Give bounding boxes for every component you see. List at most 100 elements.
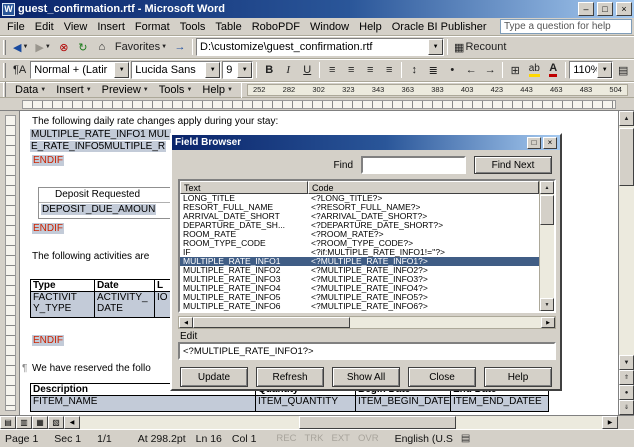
line-spacing-icon[interactable]: ↕ [405,61,423,79]
dialog-action-button[interactable]: Refresh [256,367,324,387]
recount-button[interactable]: ▦ Recount [451,38,509,56]
help-question-box[interactable]: ▼ [500,19,632,34]
endif-field[interactable]: ENDIF [32,223,64,234]
status-toggle[interactable]: OVR [358,433,379,444]
refresh-icon[interactable]: ↻ [74,38,92,56]
vertical-scrollbar[interactable]: ▲ ▼ ⇑ ● ⇓ [618,111,634,415]
dialog-close-icon[interactable]: × [543,137,557,149]
field-browser-row[interactable]: ROOM_TYPE_CODE <?ROOM_TYPE_CODE?> [180,239,539,248]
menu-item[interactable]: Oracle BI Publisher [387,21,492,33]
chevron-down-icon[interactable]: ▼ [428,39,443,55]
scrollbar-thumb[interactable] [619,128,634,186]
menu-item[interactable]: RoboPDF [247,21,305,33]
increase-indent-icon[interactable]: → [481,61,499,79]
scrollbar-thumb[interactable] [540,195,554,225]
field-browser-row[interactable]: MULTIPLE_RATE_INFO4 <?MULTIPLE_RATE_INFO… [180,284,539,293]
menu-item[interactable]: Tools [175,21,211,33]
toolbar-grip[interactable] [3,63,6,78]
underline-button[interactable]: U [298,61,316,79]
status-toggle[interactable]: EXT [331,433,349,444]
font-size-combo[interactable]: 9 ▼ [222,61,253,79]
borders-icon[interactable]: ⊞ [506,61,524,79]
italic-button[interactable]: I [279,61,297,79]
scrollbar-track[interactable] [193,317,541,328]
justify-icon[interactable]: ≡ [380,61,398,79]
forward-icon[interactable]: ▶▼ [32,38,53,56]
back-icon[interactable]: ◀▼ [10,38,31,56]
web-layout-view-icon[interactable]: ▥ [16,416,32,429]
help-question-input[interactable] [501,21,634,32]
horizontal-ruler[interactable] [0,98,634,111]
minimize-button[interactable]: – [578,2,594,16]
scroll-down-icon[interactable]: ▼ [540,298,554,311]
field-list[interactable]: Text Code LONG_TITLE <?LONG_TITLE?> RESO… [178,179,556,313]
style-combo[interactable]: Normal + (Latir ▼ [30,61,130,79]
merge-field[interactable]: FACTIVIT Y_TYPE [31,292,95,318]
menu-item[interactable]: Edit [30,21,59,33]
select-browse-object-icon[interactable]: ● [619,385,634,400]
menu-item[interactable]: Insert [92,21,130,33]
scroll-up-icon[interactable]: ▲ [619,111,634,126]
status-toggle[interactable]: TRK [304,433,323,444]
bi-menu-button[interactable]: Help▼ [197,83,238,97]
bi-menu-button[interactable]: Insert▼ [51,83,96,97]
close-button[interactable]: × [616,2,632,16]
field-browser-row[interactable]: ARRIVAL_DATE_SHORT <?ARRIVAL_DATE_SHORT?… [180,212,539,221]
menu-item[interactable]: View [59,21,93,33]
bi-menu-button[interactable]: Tools▼ [154,83,198,97]
normal-view-icon[interactable]: ▤ [0,416,16,429]
field-browser-row[interactable]: IF <?if:MULTIPLE_RATE_INFO1!=''?> [180,248,539,257]
edit-code-input[interactable] [178,342,556,360]
spellcheck-book-icon[interactable]: ▤ [461,433,470,444]
toolbar-grip[interactable] [3,40,6,55]
dialog-title-bar[interactable]: Field Browser □ × [172,135,560,150]
find-next-button[interactable]: Find Next [474,156,552,174]
scrollbar-track[interactable] [540,194,554,298]
chevron-down-icon[interactable]: ▼ [237,62,252,78]
go-icon[interactable]: → [171,38,189,56]
scroll-right-icon[interactable]: ▶ [602,416,618,429]
chevron-down-icon[interactable]: ▼ [205,62,220,78]
endif-field[interactable]: ENDIF [32,335,64,346]
field-browser-row[interactable]: MULTIPLE_RATE_INFO5 <?MULTIPLE_RATE_INFO… [180,293,539,302]
merge-field[interactable]: MULTIPLE_RATE_INFO1 MUL [30,129,171,140]
menu-item[interactable]: Table [210,21,246,33]
field-browser-row[interactable]: RESORT_FULL_NAME <?RESORT_FULL_NAME?> [180,203,539,212]
scrollbar-thumb[interactable] [299,416,456,429]
scroll-left-icon[interactable]: ◀ [179,317,193,328]
list-horizontal-scrollbar[interactable]: ◀ ▶ [178,316,556,329]
home-icon[interactable]: ⌂ [93,38,111,56]
favorites-button[interactable]: Favorites ▼ [112,38,170,56]
bi-menu-button[interactable]: Preview▼ [97,83,154,97]
scroll-left-icon[interactable]: ◀ [64,416,80,429]
numbering-icon[interactable]: ≣ [424,61,442,79]
chevron-down-icon[interactable]: ▼ [597,62,612,78]
status-toggle[interactable]: REC [276,433,296,444]
maximize-button[interactable]: □ [597,2,613,16]
zoom-combo[interactable]: 110% ▼ [569,61,613,79]
endif-field[interactable]: ENDIF [32,155,64,166]
scroll-right-icon[interactable]: ▶ [541,317,555,328]
merge-field[interactable]: ITEM_END_DATEE [451,396,549,412]
dialog-action-button[interactable]: Close [408,367,476,387]
merge-field[interactable]: ITEM_BEGIN_DATE [356,396,451,412]
dialog-action-button[interactable]: Help [484,367,552,387]
bold-button[interactable]: B [260,61,278,79]
font-color-icon[interactable]: A [544,61,562,79]
scroll-down-icon[interactable]: ▼ [619,355,634,370]
print-layout-view-icon[interactable]: ▦ [32,416,48,429]
field-browser-row[interactable]: LONG_TITLE <?LONG_TITLE?> [180,194,539,203]
merge-field[interactable]: ACTIVITY_ DATE [95,292,155,318]
merge-field[interactable]: DEPOSIT_DUE_AMOUN [41,204,156,215]
scrollbar-track[interactable] [619,126,634,355]
field-browser-row[interactable]: MULTIPLE_RATE_INFO6 <?MULTIPLE_RATE_INFO… [180,302,539,311]
previous-page-icon[interactable]: ⇑ [619,370,634,385]
menu-item[interactable]: Window [305,21,354,33]
outline-view-icon[interactable]: ▧ [48,416,64,429]
menu-item[interactable]: Format [130,21,175,33]
field-browser-row[interactable]: ROOM_RATE <?ROOM_RATE?> [180,230,539,239]
find-input[interactable] [361,156,466,174]
align-left-icon[interactable]: ≡ [323,61,341,79]
bi-menu-button[interactable]: Data▼ [10,83,51,97]
field-browser-row[interactable]: DEPARTURE_DATE_SH... <?DEPARTURE_DATE_SH… [180,221,539,230]
